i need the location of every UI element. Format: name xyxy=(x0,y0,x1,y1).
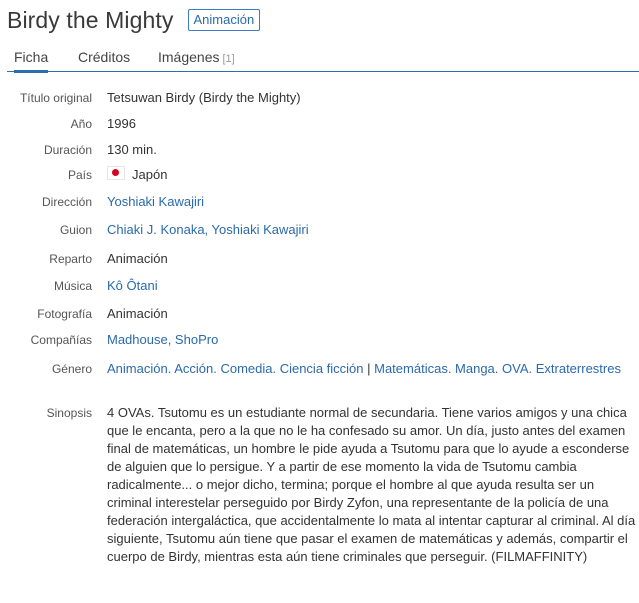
label-titulo-original: Título original xyxy=(19,91,92,105)
value-anio: 1996 xyxy=(107,116,136,131)
label-guion: Guion xyxy=(59,223,92,237)
value-reparto: Animación xyxy=(107,251,168,266)
label-sinopsis: Sinopsis xyxy=(46,406,92,420)
label-pais: País xyxy=(67,168,92,182)
value-titulo-original: Tetsuwan Birdy (Birdy the Mighty) xyxy=(107,90,301,105)
genre-badge[interactable]: Animación xyxy=(187,9,261,31)
label-reparto: Reparto xyxy=(49,252,92,266)
tab-creditos-label: Créditos xyxy=(78,49,131,65)
value-pais-text: Japón xyxy=(132,167,168,182)
label-musica: Música xyxy=(53,279,92,293)
topic-links[interactable]: Matemáticas. Manga. OVA. Extraterrestres xyxy=(374,361,621,376)
value-duracion: 130 min. xyxy=(107,142,157,157)
tab-creditos[interactable]: Créditos xyxy=(78,44,130,71)
label-direccion: Dirección xyxy=(41,195,92,209)
genre-link[interactable]: Animación. Acción. Comedia. Ciencia ficc… xyxy=(107,361,364,376)
link-direccion[interactable]: Yoshiaki Kawajiri xyxy=(107,193,204,211)
label-genero: Género xyxy=(51,362,92,376)
link-companias[interactable]: Madhouse, ShoPro xyxy=(107,331,218,349)
tab-ficha[interactable]: Ficha xyxy=(14,44,49,73)
japan-flag-icon xyxy=(107,166,125,180)
tab-imagenes[interactable]: Imágenes [1] xyxy=(158,44,235,71)
label-anio: Año xyxy=(70,117,92,131)
tab-imagenes-count: [1] xyxy=(222,53,235,65)
link-musica[interactable]: Kô Ôtani xyxy=(107,277,158,295)
tab-ficha-label: Ficha xyxy=(14,49,49,65)
synopsis-text: 4 OVAs. Tsutomu es un estudiante normal … xyxy=(107,405,636,564)
value-pais: Japón xyxy=(107,166,167,184)
page-header: Birdy the Mighty Animación xyxy=(7,4,261,36)
tab-imagenes-label: Imágenes xyxy=(158,49,220,65)
genre-separator: | xyxy=(363,361,375,376)
tab-bar: Ficha Créditos Imágenes [1] xyxy=(7,44,639,73)
label-fotografia: Fotografía xyxy=(37,307,92,321)
value-genero: Animación. Acción. Comedia. Ciencia ficc… xyxy=(107,360,627,378)
tab-underline xyxy=(7,71,639,72)
link-guion[interactable]: Chiaki J. Konaka, Yoshiaki Kawajiri xyxy=(107,221,309,239)
label-duracion: Duración xyxy=(43,143,92,157)
value-fotografia: Animación xyxy=(107,306,168,321)
label-companias: Compañías xyxy=(30,333,92,347)
page-title: Birdy the Mighty xyxy=(7,6,174,33)
